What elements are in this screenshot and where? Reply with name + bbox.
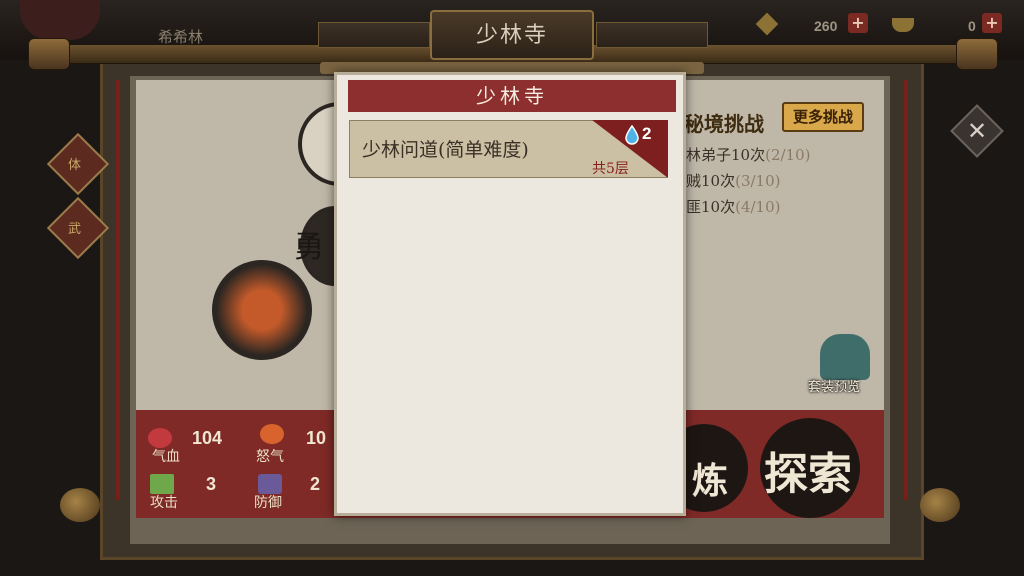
enemy-portrait[interactable] [212, 260, 312, 360]
ingot-icon [892, 18, 914, 32]
dungeon-entry-name: 少林问道(简单难度) [362, 139, 529, 161]
rage-value: 10 [306, 428, 327, 448]
scene-title: 少林寺 [475, 23, 548, 48]
dungeon-floor-count: 共5层 [592, 161, 629, 177]
task-progress: (2/10) [765, 146, 811, 164]
gold-amount: 260 [814, 18, 838, 34]
sword-icon [150, 474, 174, 494]
ingot-add-button[interactable]: + [982, 13, 1002, 33]
explore-label: 探索 [764, 449, 852, 500]
plaque-wing-right [596, 22, 708, 48]
side-menu-label: 体 [68, 158, 82, 173]
attack-value: 3 [206, 474, 217, 494]
challenge-task: 贼10次(3/10) [686, 170, 780, 191]
task-text: 贼10次 [686, 172, 736, 190]
defense-label: 防御 [254, 495, 282, 511]
task-progress: (3/10) [735, 172, 781, 190]
hp-value: 104 [192, 428, 223, 448]
ingot-amount: 0 [968, 18, 976, 34]
more-challenges-button[interactable]: 更多挑战 [782, 102, 864, 132]
challenge-task: 匪10次(4/10) [686, 196, 780, 217]
flame-icon [260, 424, 284, 444]
outfit-preview-label[interactable]: 套装预览 [808, 376, 860, 395]
side-menu-label: 武 [68, 222, 82, 237]
task-text: 林弟子10次 [686, 146, 766, 164]
challenge-task: 林弟子10次(2/10) [686, 144, 810, 165]
entry-count-value: 2 [642, 124, 652, 143]
outfit-preview-icon[interactable] [820, 334, 870, 380]
player-avatar[interactable] [20, 0, 100, 40]
rod-cap-left [28, 38, 70, 70]
heart-icon [148, 428, 172, 448]
hp-label: 气血 [152, 449, 180, 465]
task-progress: (4/10) [735, 198, 781, 216]
rope-right [904, 80, 908, 500]
refine-label: 炼 [692, 460, 729, 502]
bell-icon [920, 488, 960, 522]
rod-cap-right [956, 38, 998, 70]
defense-value: 2 [310, 474, 321, 494]
rage-label: 怒气 [256, 449, 284, 465]
bell-icon [60, 488, 100, 522]
water-drop-icon [625, 125, 639, 145]
armor-icon [258, 474, 282, 494]
attack-label: 攻击 [150, 495, 178, 511]
task-text: 匪10次 [686, 198, 736, 216]
rope-left [116, 80, 120, 500]
challenge-title: 秘境挑战 [684, 112, 764, 136]
modal-title: 少林寺 [348, 80, 676, 112]
gold-add-button[interactable]: + [848, 13, 868, 33]
plaque-wing-left [318, 22, 430, 48]
courage-glyph: 勇 [294, 230, 324, 265]
close-icon[interactable]: ✕ [958, 112, 996, 150]
